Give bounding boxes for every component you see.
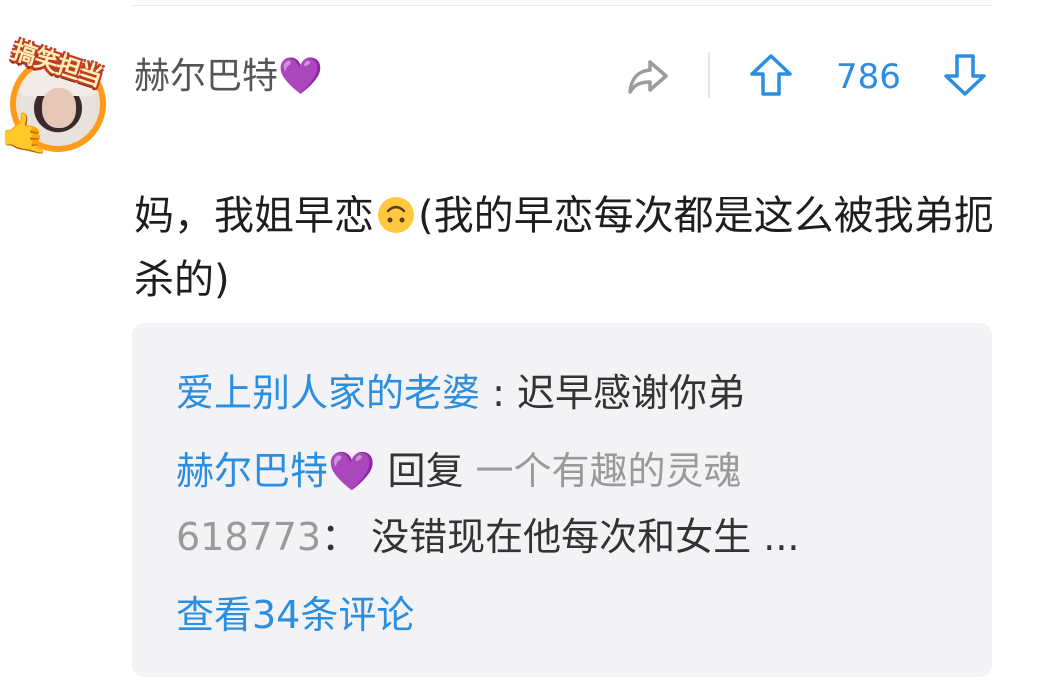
upside-down-face-emoji (378, 197, 414, 233)
reply-separator: ： (321, 515, 360, 559)
reply-separator: : (480, 371, 517, 415)
reply-target[interactable]: 一个有趣的灵魂 (476, 449, 742, 493)
avatar[interactable]: 搞笑担当 🤙 (0, 28, 128, 158)
hand-icon: 🤙 (0, 111, 50, 157)
share-icon[interactable] (624, 54, 672, 98)
purple-heart-icon: 💜 (278, 56, 323, 97)
comment-text-part1: 妈，我姐早恋 (134, 193, 374, 239)
upvote-icon[interactable] (748, 52, 794, 98)
reply-item[interactable]: 爱上别人家的老婆 : 迟早感谢你弟 (176, 369, 745, 417)
reply-target-continued[interactable]: 618773 (176, 515, 321, 559)
reply-text: 迟早感谢你弟 (516, 371, 745, 415)
avatar-badge: 搞笑担当 (8, 28, 128, 92)
vote-count: 786 (836, 57, 901, 97)
comment-username[interactable]: 赫尔巴特💜 (134, 55, 323, 99)
replies-box: 爱上别人家的老婆 : 迟早感谢你弟 赫尔巴特💜 回复 一个有趣的灵魂 61877… (132, 323, 992, 677)
reply-text: 没错现在他每次和女生 ... (371, 515, 800, 559)
reply-author[interactable]: 赫尔巴特 (176, 449, 328, 493)
reply-word: 回复 (387, 449, 464, 493)
comment-text: 妈，我姐早恋 (我的早恋每次都是这么被我弟扼杀的) (134, 184, 994, 312)
downvote-icon[interactable] (942, 52, 988, 98)
action-divider (708, 52, 710, 98)
reply-author[interactable]: 爱上别人家的老婆 (176, 371, 480, 415)
reply-item-body[interactable]: 618773： 没错现在他每次和女生 ... (176, 513, 800, 561)
purple-heart-icon: 💜 (328, 449, 376, 493)
username-text: 赫尔巴特 (134, 56, 279, 97)
reply-item-header[interactable]: 赫尔巴特💜 回复 一个有趣的灵魂 (176, 447, 742, 495)
top-divider (132, 5, 992, 6)
view-more-comments-link[interactable]: 查看34条评论 (176, 591, 414, 639)
